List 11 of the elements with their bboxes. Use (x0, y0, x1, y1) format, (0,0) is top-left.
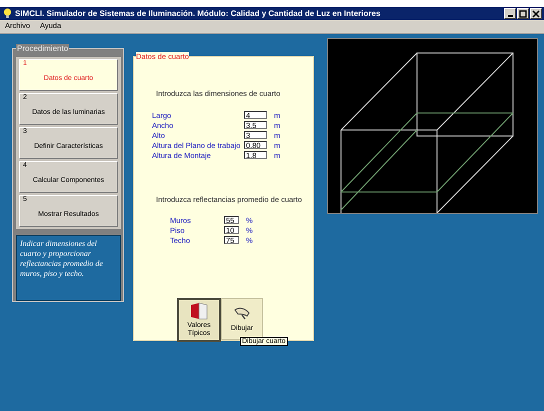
step-description: Indicar dimensiones del cuarto y proporcionar reflectancias promedio de muros, piso y techo. (16, 235, 121, 301)
maximize-button[interactable] (517, 8, 529, 19)
minimize-icon (508, 15, 512, 17)
close-icon (532, 10, 540, 18)
close-button[interactable] (530, 8, 542, 19)
lightbulb-icon (3, 8, 12, 19)
maximize-icon (519, 10, 527, 18)
book-icon (189, 302, 209, 320)
minimize-button[interactable] (504, 8, 516, 19)
panel-title: Procedimiento (16, 44, 70, 53)
window-title: SIMCLI. Simulador de Sistemas de Iluminación. Módulo: Calidad y Cantidad de Luz en Interiores (15, 9, 382, 18)
